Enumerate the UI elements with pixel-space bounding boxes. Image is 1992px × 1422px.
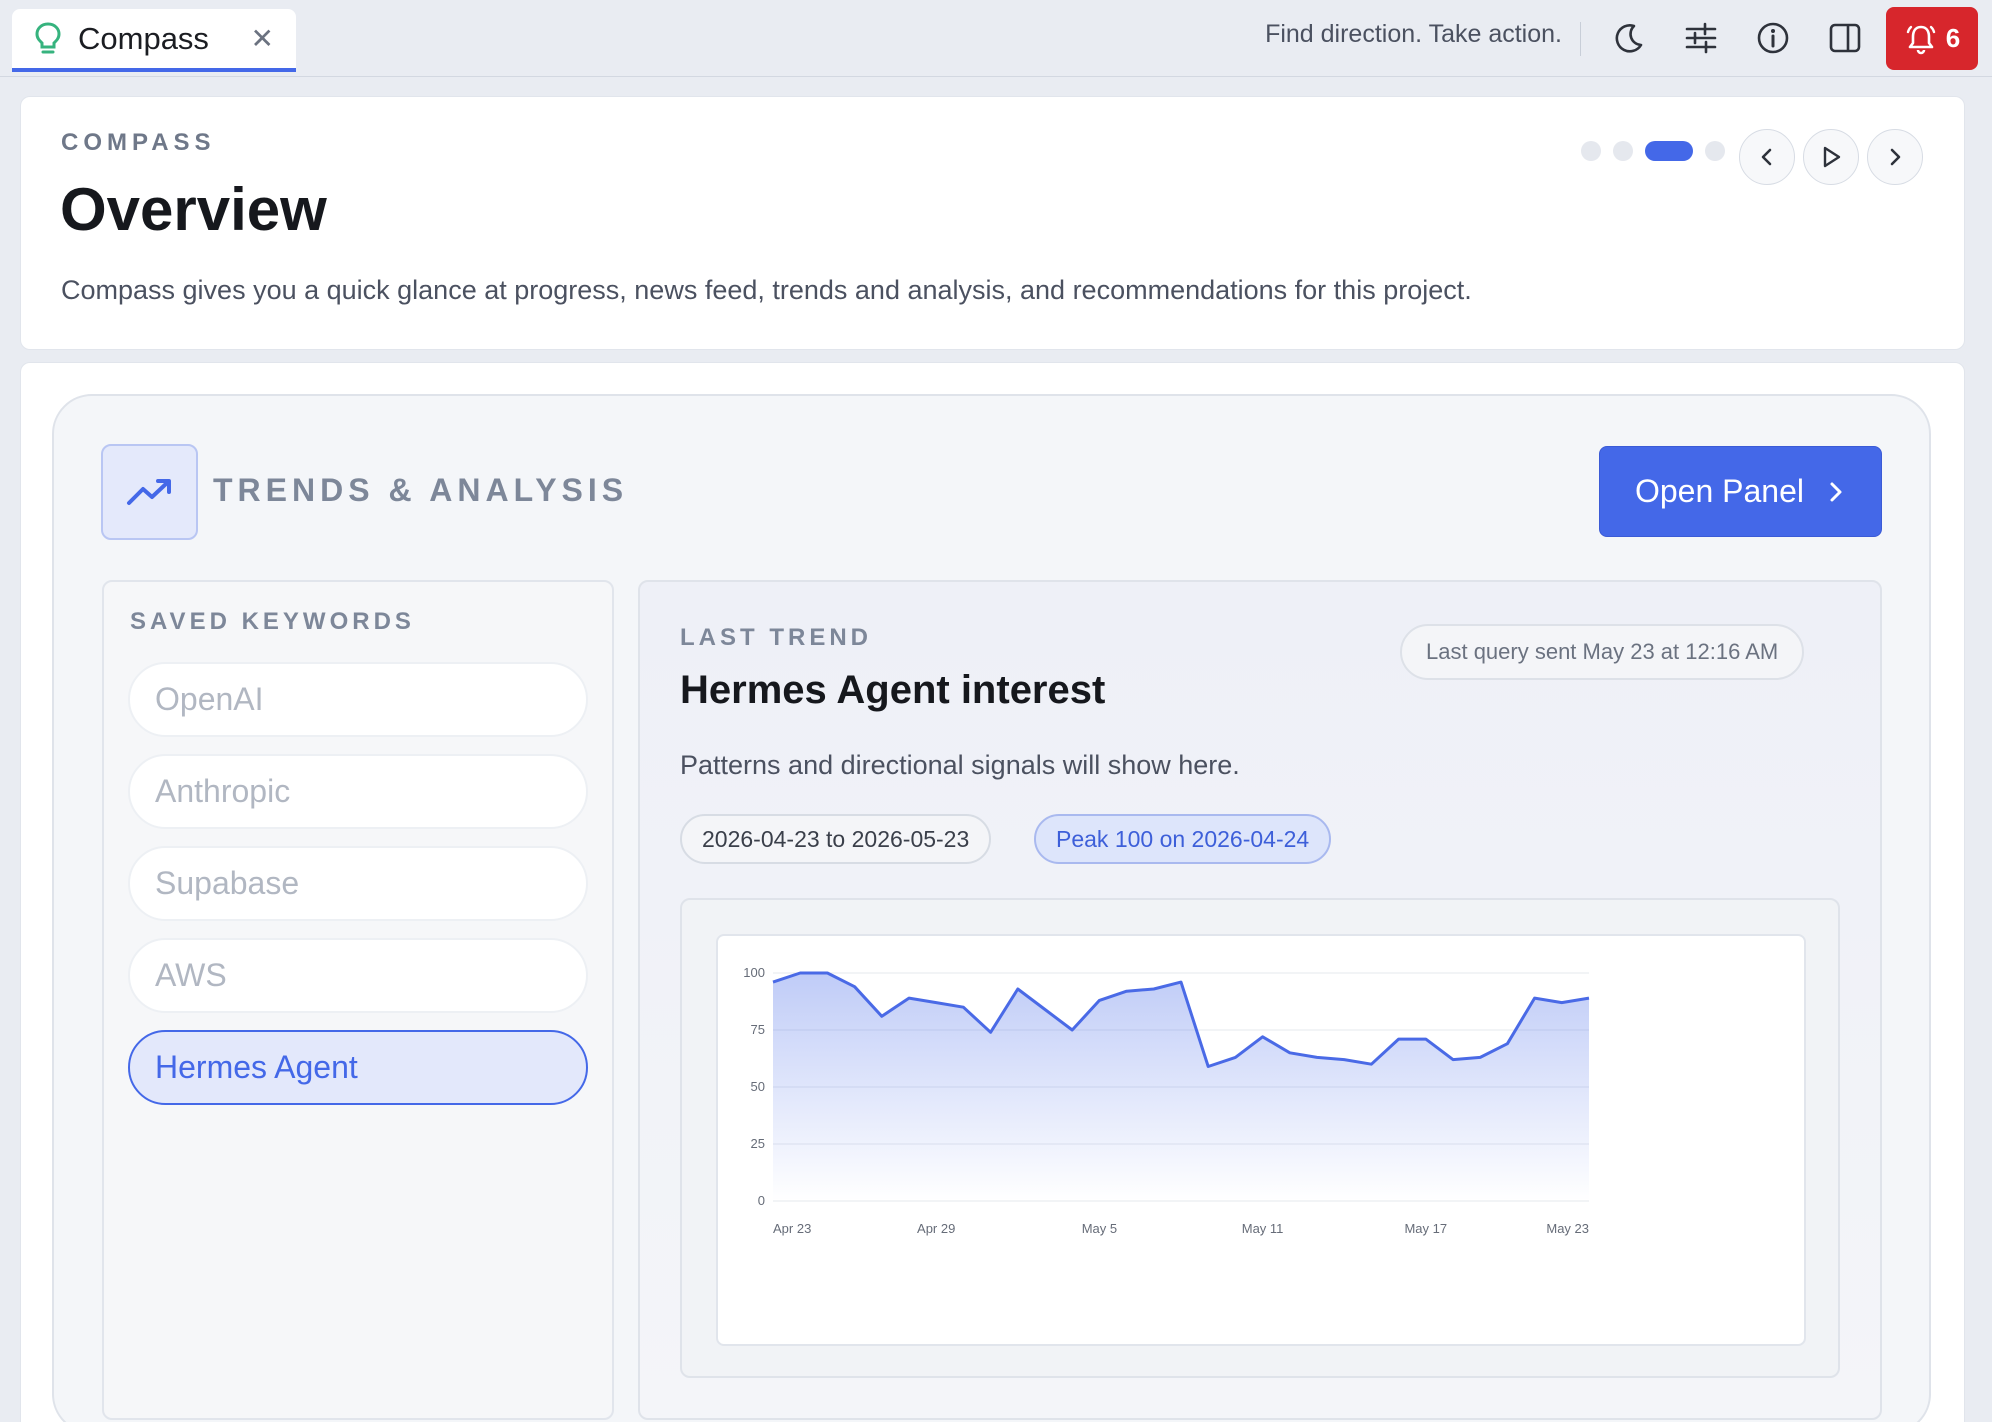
data-point[interactable] — [1202, 1060, 1214, 1072]
tagline: Find direction. Take action. — [1265, 20, 1562, 48]
data-point[interactable] — [1529, 992, 1541, 1004]
info-icon[interactable] — [1753, 18, 1793, 58]
data-point[interactable] — [1066, 1024, 1078, 1036]
panel-icon[interactable] — [1825, 18, 1865, 58]
trend-eyebrow: LAST TREND — [680, 624, 872, 651]
data-point[interactable] — [957, 1001, 969, 1013]
trend-chart: 0 25 50 75 100 Apr 23 Apr 29 May 5 May 11 May 17 M… — [743, 965, 1595, 1236]
overview-description: Compass gives you a quick glance at prog… — [61, 275, 1472, 305]
y-tick-label: 75 — [751, 1022, 765, 1037]
x-tick-label: May 11 — [1242, 1221, 1284, 1236]
y-tick-label: 50 — [751, 1079, 765, 1094]
data-point[interactable] — [849, 981, 861, 993]
open-panel-button[interactable]: Open Panel — [1599, 446, 1882, 537]
tab-compass[interactable]: Compass ✕ — [12, 9, 296, 72]
keywords-heading: SAVED KEYWORDS — [130, 608, 415, 635]
moon-icon[interactable] — [1609, 18, 1649, 58]
keyword-item-active[interactable]: Hermes Agent — [128, 1030, 588, 1105]
x-tick-label: Apr 29 — [917, 1221, 955, 1236]
data-point[interactable] — [1093, 994, 1105, 1006]
data-point[interactable] — [1447, 1054, 1459, 1066]
data-point[interactable] — [930, 997, 942, 1009]
keyword-item[interactable]: OpenAI — [128, 662, 588, 737]
data-point[interactable] — [1012, 983, 1024, 995]
data-point[interactable] — [1148, 983, 1160, 995]
data-point[interactable] — [1257, 1031, 1269, 1043]
data-point[interactable] — [1474, 1051, 1486, 1063]
x-tick-label: May 23 — [1546, 1221, 1589, 1236]
close-icon[interactable]: ✕ — [251, 25, 274, 53]
keyword-item[interactable]: Anthropic — [128, 754, 588, 829]
x-tick-label: May 5 — [1082, 1221, 1117, 1236]
y-tick-label: 0 — [758, 1193, 765, 1208]
data-point[interactable] — [794, 967, 806, 979]
play-button[interactable] — [1803, 129, 1859, 185]
overview-card: COMPASS Overview Compass gives you a qui… — [20, 96, 1965, 350]
chart-container: 0 25 50 75 100 Apr 23 Apr 29 May 5 May 11 May 17 M… — [716, 934, 1806, 1346]
chevron-right-icon — [1830, 482, 1842, 501]
saved-keywords-panel: SAVED KEYWORDS OpenAI Anthropic Supabase… — [102, 580, 614, 1420]
data-point[interactable] — [1583, 992, 1595, 1004]
y-tick-label: 100 — [743, 965, 765, 980]
date-range-pill: 2026-04-23 to 2026-05-23 — [680, 814, 992, 864]
data-point[interactable] — [903, 992, 915, 1004]
chart-frame: 0 25 50 75 100 Apr 23 Apr 29 May 5 May 11 May 17 M… — [680, 898, 1840, 1378]
data-point[interactable] — [1284, 1047, 1296, 1059]
chevron-right-icon — [1890, 148, 1901, 166]
data-point[interactable] — [876, 1010, 888, 1022]
carousel-dot-active[interactable] — [1645, 141, 1693, 161]
data-point[interactable] — [1338, 1054, 1350, 1066]
data-point[interactable] — [1039, 1003, 1051, 1015]
data-point[interactable] — [767, 976, 779, 988]
bell-icon — [1906, 25, 1935, 54]
data-point[interactable] — [1556, 997, 1568, 1009]
play-icon — [1823, 146, 1841, 168]
trend-title: Hermes Agent interest — [680, 668, 1106, 712]
next-button[interactable] — [1867, 129, 1923, 185]
carousel-dot[interactable] — [1581, 141, 1601, 161]
lightbulb-icon — [35, 21, 61, 53]
data-point[interactable] — [1393, 1033, 1405, 1045]
divider — [1580, 22, 1581, 56]
chevron-left-icon — [1761, 148, 1772, 166]
last-trend-panel: LAST TREND Hermes Agent interest Pattern… — [638, 580, 1882, 1420]
keyword-item[interactable]: Supabase — [128, 846, 588, 921]
data-point[interactable] — [1121, 985, 1133, 997]
data-point[interactable] — [985, 1026, 997, 1038]
x-tick-label: Apr 23 — [773, 1221, 811, 1236]
section-title: TRENDS & ANALYSIS — [213, 472, 629, 508]
keyword-item[interactable]: AWS — [128, 938, 588, 1013]
top-bar: Compass ✕ Find direction. Take action. 6 — [0, 0, 1992, 77]
previous-button[interactable] — [1739, 129, 1795, 185]
data-point[interactable] — [1420, 1033, 1432, 1045]
open-panel-label: Open Panel — [1634, 473, 1804, 509]
peak-pill: Peak 100 on 2026-04-24 — [1034, 814, 1332, 864]
alert-count: 6 — [1945, 23, 1961, 53]
data-point[interactable] — [1311, 1051, 1323, 1063]
data-point[interactable] — [821, 967, 833, 979]
data-point[interactable] — [1501, 1038, 1513, 1050]
last-query-badge: Last query sent May 23 at 12:16 AM — [1400, 624, 1805, 680]
data-point[interactable] — [1175, 976, 1187, 988]
trend-description: Patterns and directional signals will sh… — [680, 750, 1240, 780]
trending-up-icon — [101, 444, 198, 540]
sliders-icon[interactable] — [1681, 18, 1721, 58]
tab-label: Compass — [78, 20, 209, 56]
data-point[interactable] — [1229, 1051, 1241, 1063]
y-tick-label: 25 — [751, 1136, 765, 1151]
x-tick-label: May 17 — [1404, 1221, 1447, 1236]
page-title: Overview — [60, 176, 327, 243]
alerts-button[interactable]: 6 — [1886, 7, 1978, 70]
carousel-dot[interactable] — [1705, 141, 1725, 161]
overview-eyebrow: COMPASS — [61, 129, 216, 156]
carousel-dot[interactable] — [1613, 141, 1633, 161]
carousel-indicator — [1581, 141, 1725, 161]
data-point[interactable] — [1365, 1058, 1377, 1070]
